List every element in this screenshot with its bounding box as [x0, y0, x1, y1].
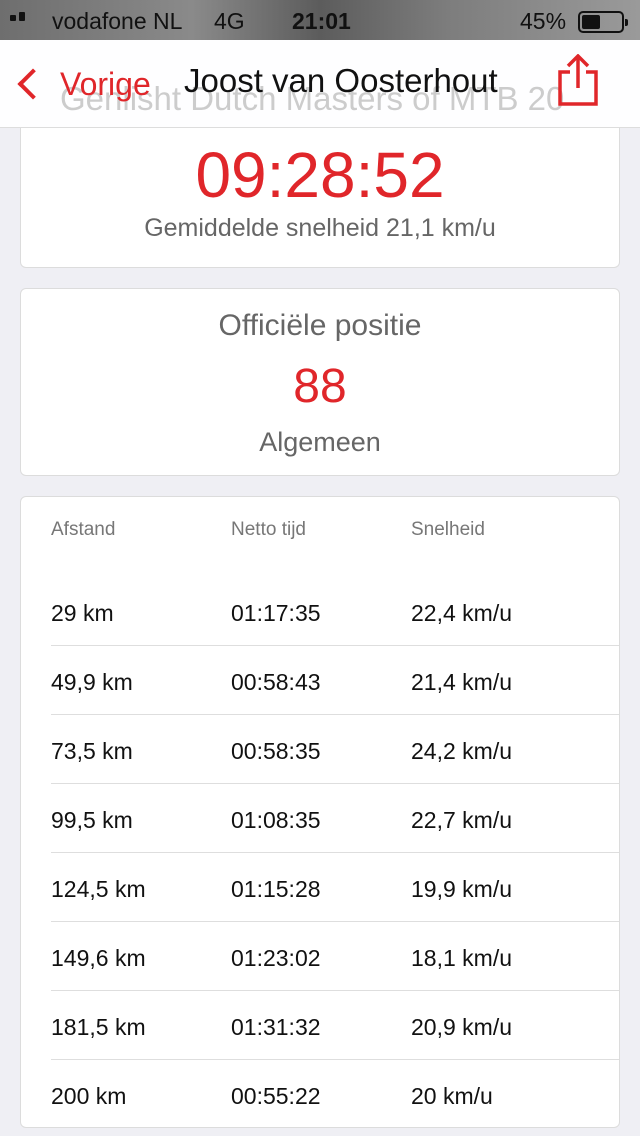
position-category: Algemeen — [259, 427, 381, 457]
split-net-time: 00:58:43 — [231, 669, 321, 695]
split-distance: 181,5 km — [51, 1014, 146, 1040]
position-heading: Officiële positie — [218, 309, 422, 342]
splits-table: Afstand Netto tijd Snelheid 29 km 01:17:3… — [20, 496, 620, 1128]
split-speed: 19,9 km/u — [411, 876, 512, 902]
header-net-time: Netto tijd — [231, 519, 306, 540]
split-net-time: 01:23:02 — [231, 945, 321, 971]
table-row: 149,6 km 01:23:02 18,1 km/u — [21, 922, 619, 991]
navigation-bar: Genlisht Dutch Masters of MTB 20 Vorige … — [0, 40, 640, 128]
table-row: 99,5 km 01:08:35 22,7 km/u — [21, 784, 619, 853]
split-net-time: 00:55:22 — [231, 1083, 321, 1109]
split-net-time: 00:58:35 — [231, 738, 321, 764]
back-button[interactable]: Vorige — [14, 62, 151, 106]
total-time: 09:28:52 — [195, 139, 445, 211]
chevron-left-icon — [17, 68, 49, 100]
battery-percent: 45% — [520, 8, 567, 34]
table-header: Afstand Netto tijd Snelheid — [21, 497, 619, 577]
carrier-name: vodafone NL — [52, 8, 183, 34]
split-distance: 49,9 km — [51, 669, 133, 695]
split-distance: 149,6 km — [51, 945, 146, 971]
table-row: 124,5 km 01:15:28 19,9 km/u — [21, 853, 619, 922]
average-speed: Gemiddelde snelheid 21,1 km/u — [144, 214, 496, 242]
split-net-time: 01:31:32 — [231, 1014, 321, 1040]
status-time: 21:01 — [292, 8, 351, 34]
battery-level-fill — [582, 15, 600, 29]
position-value: 88 — [293, 360, 347, 413]
split-speed: 20 km/u — [411, 1083, 493, 1109]
split-speed: 24,2 km/u — [411, 738, 512, 764]
signal-strength-icon — [10, 12, 25, 21]
status-bar: vodafone NL 4G 21:01 45% — [0, 0, 640, 40]
split-speed: 22,4 km/u — [411, 600, 512, 626]
split-speed: 21,4 km/u — [411, 669, 512, 695]
share-icon[interactable] — [556, 54, 600, 106]
page-title: Joost van Oosterhout — [184, 62, 498, 99]
table-row: 181,5 km 01:31:32 20,9 km/u — [21, 991, 619, 1060]
table-row: 73,5 km 00:58:35 24,2 km/u — [21, 715, 619, 784]
total-time-card: 09:28:52 Gemiddelde snelheid 21,1 km/u — [20, 128, 620, 268]
header-distance: Afstand — [51, 519, 116, 540]
back-label: Vorige — [60, 65, 151, 102]
header-speed: Snelheid — [411, 519, 485, 540]
split-speed: 22,7 km/u — [411, 807, 512, 833]
split-distance: 124,5 km — [51, 876, 146, 902]
split-distance: 29 km — [51, 600, 114, 626]
split-net-time: 01:08:35 — [231, 807, 321, 833]
table-row: 200 km 00:55:22 20 km/u — [21, 1060, 619, 1129]
split-net-time: 01:15:28 — [231, 876, 321, 902]
split-distance: 200 km — [51, 1083, 127, 1109]
network-type: 4G — [214, 8, 245, 34]
split-distance: 73,5 km — [51, 738, 133, 764]
split-distance: 99,5 km — [51, 807, 133, 833]
split-net-time: 01:17:35 — [231, 600, 321, 626]
split-speed: 20,9 km/u — [411, 1014, 512, 1040]
battery-icon — [578, 11, 628, 33]
split-speed: 18,1 km/u — [411, 945, 512, 971]
official-position-card: Officiële positie 88 Algemeen — [20, 288, 620, 476]
table-row: 29 km 01:17:35 22,4 km/u — [21, 577, 619, 646]
table-row: 49,9 km 00:58:43 21,4 km/u — [21, 646, 619, 715]
